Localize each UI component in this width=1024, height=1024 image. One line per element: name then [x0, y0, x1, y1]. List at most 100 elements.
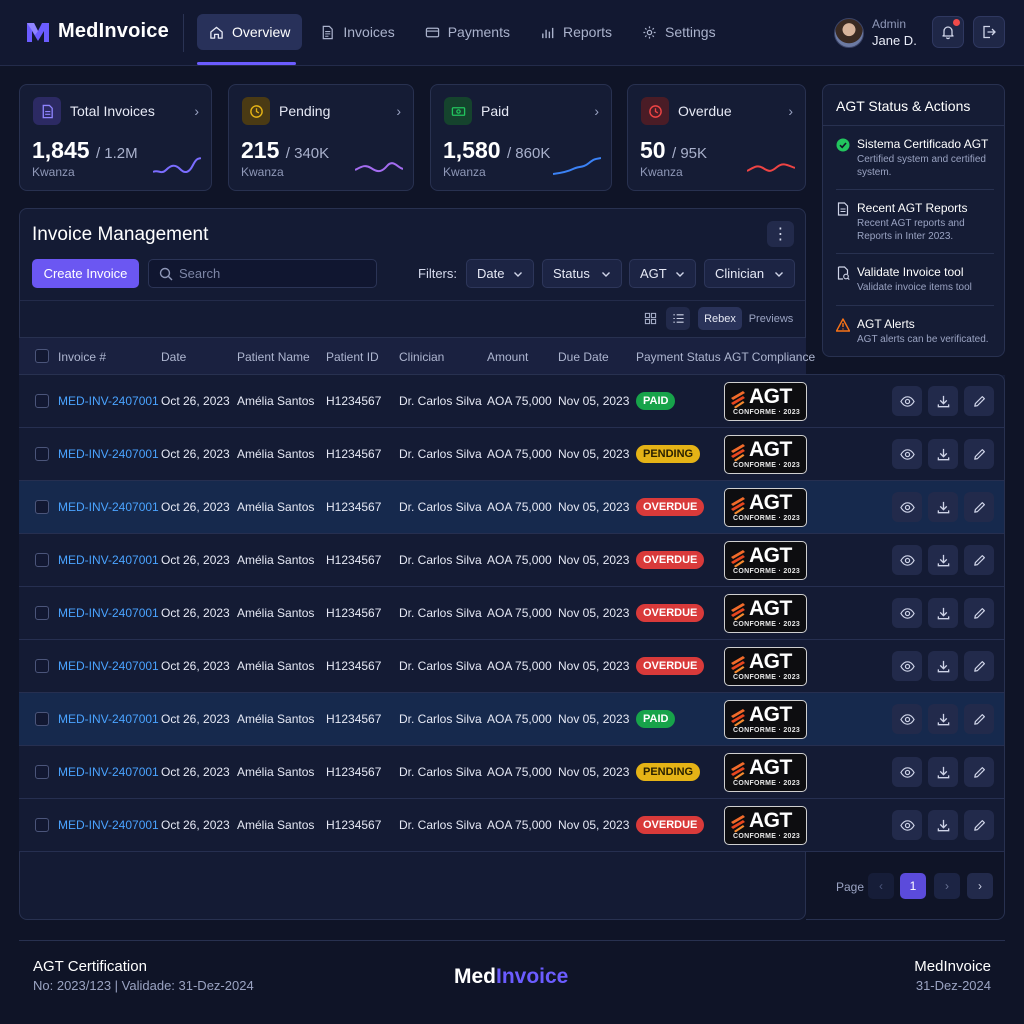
column-header[interactable]: Date	[161, 350, 186, 364]
view-button[interactable]	[892, 386, 922, 416]
row-checkbox[interactable]	[35, 606, 49, 620]
table-row[interactable]: MED-INV-2407001 Oct 26, 2023 Amélia Santos…	[19, 534, 1005, 587]
row-checkbox[interactable]	[35, 553, 49, 567]
edit-button[interactable]	[964, 492, 994, 522]
download-button[interactable]	[928, 704, 958, 734]
table-row[interactable]: MED-INV-2407001 Oct 26, 2023 Amélia Santos…	[19, 693, 1005, 746]
filter-date-dropdown[interactable]: Date	[466, 259, 534, 288]
last-page-button[interactable]: ›	[967, 873, 993, 899]
stat-card-total[interactable]: Total Invoices › 1,845 / 1.2M Kwanza	[19, 84, 212, 191]
row-checkbox[interactable]	[35, 394, 49, 408]
edit-button[interactable]	[964, 757, 994, 787]
filter-clinician-dropdown[interactable]: Clinician	[704, 259, 795, 288]
filter-label: AGT	[640, 266, 667, 281]
view-button[interactable]	[892, 704, 922, 734]
view-button[interactable]	[892, 545, 922, 575]
row-checkbox[interactable]	[35, 818, 49, 832]
invoice-number-link[interactable]: MED-INV-2407001	[58, 818, 159, 832]
prev-page-button[interactable]: ‹	[868, 873, 894, 899]
column-header[interactable]: Invoice #	[58, 350, 106, 364]
column-header[interactable]: Payment Status	[636, 350, 721, 364]
download-button[interactable]	[928, 439, 958, 469]
search-input[interactable]	[179, 260, 369, 287]
download-button[interactable]	[928, 492, 958, 522]
invoice-amount: AOA 75,000	[487, 447, 552, 461]
invoice-number-link[interactable]: MED-INV-2407001	[58, 659, 159, 673]
edit-button[interactable]	[964, 598, 994, 628]
patient-name: Amélia Santos	[237, 659, 315, 673]
column-header[interactable]: Patient Name	[237, 350, 310, 364]
tab-previews[interactable]: Previews	[746, 307, 796, 330]
row-checkbox[interactable]	[35, 712, 49, 726]
invoice-number-link[interactable]: MED-INV-2407001	[58, 394, 159, 408]
edit-button[interactable]	[964, 386, 994, 416]
filter-status-dropdown[interactable]: Status	[542, 259, 622, 288]
filter-agt-dropdown[interactable]: AGT	[629, 259, 696, 288]
view-button[interactable]	[892, 757, 922, 787]
table-row[interactable]: MED-INV-2407001 Oct 26, 2023 Amélia Santos…	[19, 640, 1005, 693]
notifications-button[interactable]	[932, 16, 964, 48]
table-row[interactable]: MED-INV-2407001 Oct 26, 2023 Amélia Santos…	[19, 428, 1005, 481]
download-button[interactable]	[928, 386, 958, 416]
table-row[interactable]: MED-INV-2407001 Oct 26, 2023 Amélia Santos…	[19, 587, 1005, 640]
edit-button[interactable]	[964, 810, 994, 840]
column-header[interactable]: Clinician	[399, 350, 444, 364]
nav-item-reports[interactable]: Reports	[528, 14, 624, 50]
column-header[interactable]: Patient ID	[326, 350, 379, 364]
nav-item-invoices[interactable]: Invoices	[308, 14, 406, 50]
select-all-checkbox[interactable]	[35, 349, 49, 363]
nav-item-settings[interactable]: Settings	[630, 14, 728, 50]
edit-button[interactable]	[964, 439, 994, 469]
page-number-button[interactable]: 1	[900, 873, 926, 899]
invoice-number-link[interactable]: MED-INV-2407001	[58, 500, 159, 514]
invoice-number-link[interactable]: MED-INV-2407001	[58, 606, 159, 620]
search-box[interactable]	[148, 259, 377, 288]
agt-logo-icon	[731, 391, 745, 409]
edit-button[interactable]	[964, 651, 994, 681]
column-header[interactable]: Due Date	[558, 350, 609, 364]
table-row[interactable]: MED-INV-2407001 Oct 26, 2023 Amélia Santos…	[19, 481, 1005, 534]
stat-card-paid[interactable]: Paid › 1,580 / 860K Kwanza	[430, 84, 612, 191]
stat-card-overdue[interactable]: Overdue › 50 / 95K Kwanza	[627, 84, 806, 191]
row-checkbox[interactable]	[35, 765, 49, 779]
column-header[interactable]: AGT Compliance	[724, 350, 815, 364]
table-row[interactable]: MED-INV-2407001 Oct 26, 2023 Amélia Santos…	[19, 746, 1005, 799]
next-page-button[interactable]: ›	[934, 873, 960, 899]
download-button[interactable]	[928, 757, 958, 787]
tab-rebex[interactable]: Rebex	[698, 307, 742, 330]
download-button[interactable]	[928, 545, 958, 575]
invoice-number-link[interactable]: MED-INV-2407001	[58, 712, 159, 726]
patient-name: Amélia Santos	[237, 606, 315, 620]
download-button[interactable]	[928, 651, 958, 681]
view-button[interactable]	[892, 492, 922, 522]
download-button[interactable]	[928, 598, 958, 628]
list-view-button[interactable]	[666, 307, 690, 330]
view-icon	[899, 660, 915, 672]
create-invoice-button[interactable]: Create Invoice	[32, 259, 139, 288]
grid-view-button[interactable]	[638, 307, 662, 330]
stat-card-pending[interactable]: Pending › 215 / 340K Kwanza	[228, 84, 414, 191]
brand-logo[interactable]: MedInvoice	[26, 20, 169, 43]
column-header[interactable]: Amount	[487, 350, 528, 364]
edit-button[interactable]	[964, 704, 994, 734]
view-button[interactable]	[892, 651, 922, 681]
user-profile[interactable]: Admin Jane D.	[834, 17, 917, 48]
more-options-button[interactable]: ⋮	[767, 221, 794, 247]
view-button[interactable]	[892, 598, 922, 628]
invoice-number-link[interactable]: MED-INV-2407001	[58, 553, 159, 567]
view-button[interactable]	[892, 810, 922, 840]
row-checkbox[interactable]	[35, 500, 49, 514]
table-row[interactable]: MED-INV-2407001 Oct 26, 2023 Amélia Santos…	[19, 799, 1005, 852]
logout-button[interactable]	[973, 16, 1005, 48]
invoice-number-link[interactable]: MED-INV-2407001	[58, 447, 159, 461]
nav-item-overview[interactable]: Overview	[197, 14, 303, 50]
invoice-number-link[interactable]: MED-INV-2407001	[58, 765, 159, 779]
view-button[interactable]	[892, 439, 922, 469]
row-checkbox[interactable]	[35, 659, 49, 673]
edit-button[interactable]	[964, 545, 994, 575]
patient-name: Amélia Santos	[237, 765, 315, 779]
download-button[interactable]	[928, 810, 958, 840]
row-checkbox[interactable]	[35, 447, 49, 461]
table-row[interactable]: MED-INV-2407001 Oct 26, 2023 Amélia Santos…	[19, 375, 1005, 428]
nav-item-payments[interactable]: Payments	[413, 14, 522, 50]
